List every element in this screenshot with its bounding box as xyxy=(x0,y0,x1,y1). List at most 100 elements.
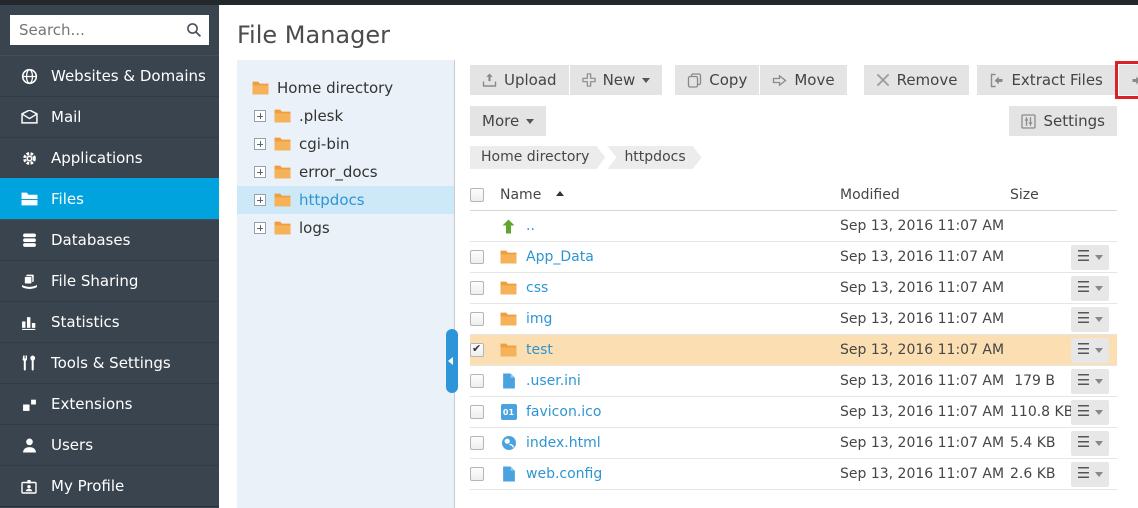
chevron-down-icon xyxy=(1095,254,1104,264)
menu-lines-icon: ☰ xyxy=(1076,434,1091,451)
expand-icon[interactable] xyxy=(254,166,266,178)
file-icon xyxy=(500,373,517,390)
tools-icon xyxy=(20,355,38,372)
folder-icon xyxy=(20,191,38,208)
sidebar-item-extensions[interactable]: Extensions xyxy=(0,383,219,424)
modified-cell: Sep 13, 2016 11:07 AM xyxy=(840,218,1005,234)
expand-icon[interactable] xyxy=(254,138,266,150)
file-sharing-icon xyxy=(20,273,38,290)
mail-icon xyxy=(20,109,38,126)
expand-icon[interactable] xyxy=(254,194,266,206)
breadcrumb-item-home-directory[interactable]: Home directory xyxy=(470,146,605,169)
file-link[interactable]: index.html xyxy=(526,435,601,451)
row-checkbox[interactable] xyxy=(470,250,484,264)
arrow-right-icon xyxy=(772,73,787,88)
copy-button[interactable]: Copy xyxy=(675,65,760,95)
remove-button[interactable]: Remove xyxy=(863,65,970,95)
sidebar-item-my-profile[interactable]: My Profile xyxy=(0,465,219,506)
archive-icon xyxy=(1131,73,1138,88)
search-input[interactable] xyxy=(10,15,209,45)
up-level-icon xyxy=(500,218,517,235)
sidebar-item-file-sharing[interactable]: File Sharing xyxy=(0,260,219,301)
row-menu-button[interactable]: ☰ xyxy=(1071,275,1109,301)
row-menu-button[interactable]: ☰ xyxy=(1071,368,1109,394)
folder-icon xyxy=(500,342,517,359)
column-header-name[interactable]: Name xyxy=(500,187,541,203)
sidebar-item-tools-settings[interactable]: Tools & Settings xyxy=(0,342,219,383)
row-menu-button[interactable]: ☰ xyxy=(1071,306,1109,332)
row-checkbox[interactable] xyxy=(470,467,484,481)
search-icon[interactable] xyxy=(186,22,202,38)
breadcrumb-item-httpdocs[interactable]: httpdocs xyxy=(607,146,701,169)
row-menu-button[interactable]: ☰ xyxy=(1071,461,1109,487)
settings-sliders-icon xyxy=(1021,113,1037,129)
tree-item-home-directory[interactable]: Home directory xyxy=(237,73,454,102)
settings-button[interactable]: Settings xyxy=(1009,106,1117,136)
copy-icon xyxy=(687,72,702,88)
add-to-archive-button[interactable]: Add to Archive xyxy=(1118,65,1138,95)
file-link[interactable]: .. xyxy=(526,218,535,234)
tree-item-logs[interactable]: logs xyxy=(237,214,454,242)
row-checkbox[interactable] xyxy=(470,374,484,388)
modified-cell: Sep 13, 2016 11:07 AM xyxy=(840,435,1005,451)
sidebar-item-databases[interactable]: Databases xyxy=(0,219,219,260)
file-link[interactable]: test xyxy=(526,342,553,358)
more-button[interactable]: More xyxy=(470,106,547,136)
move-button[interactable]: Move xyxy=(760,65,847,95)
select-all-checkbox[interactable] xyxy=(470,188,484,202)
row-menu-button[interactable]: ☰ xyxy=(1071,244,1109,270)
user-icon xyxy=(20,437,38,454)
tree-item-plesk[interactable]: .plesk xyxy=(237,102,454,130)
sidebar-item-statistics[interactable]: Statistics xyxy=(0,301,219,342)
tree-item-label: logs xyxy=(299,219,330,237)
row-menu-button[interactable]: ☰ xyxy=(1071,430,1109,456)
file-link[interactable]: web.config xyxy=(526,466,602,482)
sidebar-item-users[interactable]: Users xyxy=(0,424,219,465)
column-header-modified[interactable]: Modified xyxy=(840,187,1010,203)
file-link[interactable]: favicon.ico xyxy=(526,404,601,420)
sidebar-item-label: Databases xyxy=(51,231,131,249)
row-menu-button[interactable]: ☰ xyxy=(1071,337,1109,363)
upload-button[interactable]: Upload xyxy=(470,65,569,95)
sidebar-item-files[interactable]: Files xyxy=(0,178,219,219)
modified-cell: Sep 13, 2016 11:07 AM xyxy=(840,249,1005,265)
sidebar-item-label: Users xyxy=(51,436,94,454)
x-icon xyxy=(876,73,890,87)
menu-lines-icon: ☰ xyxy=(1076,465,1091,482)
row-checkbox[interactable] xyxy=(470,405,484,419)
modified-cell: Sep 13, 2016 11:07 AM xyxy=(840,311,1005,327)
tree-item-cgi-bin[interactable]: cgi-bin xyxy=(237,130,454,158)
row-checkbox-checked[interactable] xyxy=(470,342,484,357)
tree-item-label: error_docs xyxy=(299,163,378,181)
row-checkbox[interactable] xyxy=(470,312,484,326)
file-link[interactable]: .user.ini xyxy=(526,373,581,389)
sidebar-item-mail[interactable]: Mail xyxy=(0,96,219,137)
tree-item-label: Home directory xyxy=(277,78,394,97)
file-link[interactable]: css xyxy=(526,280,548,296)
sidebar-item-websites-domains[interactable]: Websites & Domains xyxy=(0,55,219,96)
row-checkbox[interactable] xyxy=(470,436,484,450)
new-button[interactable]: New xyxy=(569,65,663,95)
tree-item-httpdocs[interactable]: httpdocs xyxy=(237,186,454,214)
menu-lines-icon: ☰ xyxy=(1076,372,1091,389)
sidebar-item-label: Applications xyxy=(51,149,143,167)
tree-collapse-handle[interactable] xyxy=(446,329,458,393)
sidebar-item-applications[interactable]: Applications xyxy=(0,137,219,178)
size-cell: 2.6 KB xyxy=(1010,466,1056,482)
folder-icon xyxy=(274,220,291,237)
extract-icon xyxy=(989,73,1004,88)
row-checkbox[interactable] xyxy=(470,281,484,295)
menu-lines-icon: ☰ xyxy=(1076,279,1091,296)
sidebar-item-label: Extensions xyxy=(51,395,133,413)
file-link[interactable]: App_Data xyxy=(526,249,594,265)
tree-item-error-docs[interactable]: error_docs xyxy=(237,158,454,186)
row-menu-button[interactable]: ☰ xyxy=(1071,399,1109,425)
menu-lines-icon: ☰ xyxy=(1076,341,1091,358)
folder-icon xyxy=(500,249,517,266)
table-row: 01 favicon.ico Sep 13, 2016 11:07 AM 110… xyxy=(470,397,1117,428)
expand-icon[interactable] xyxy=(254,110,266,122)
extract-files-button[interactable]: Extract Files xyxy=(977,65,1115,95)
file-link[interactable]: img xyxy=(526,311,552,327)
column-header-size[interactable]: Size xyxy=(1010,187,1055,203)
expand-icon[interactable] xyxy=(254,222,266,234)
